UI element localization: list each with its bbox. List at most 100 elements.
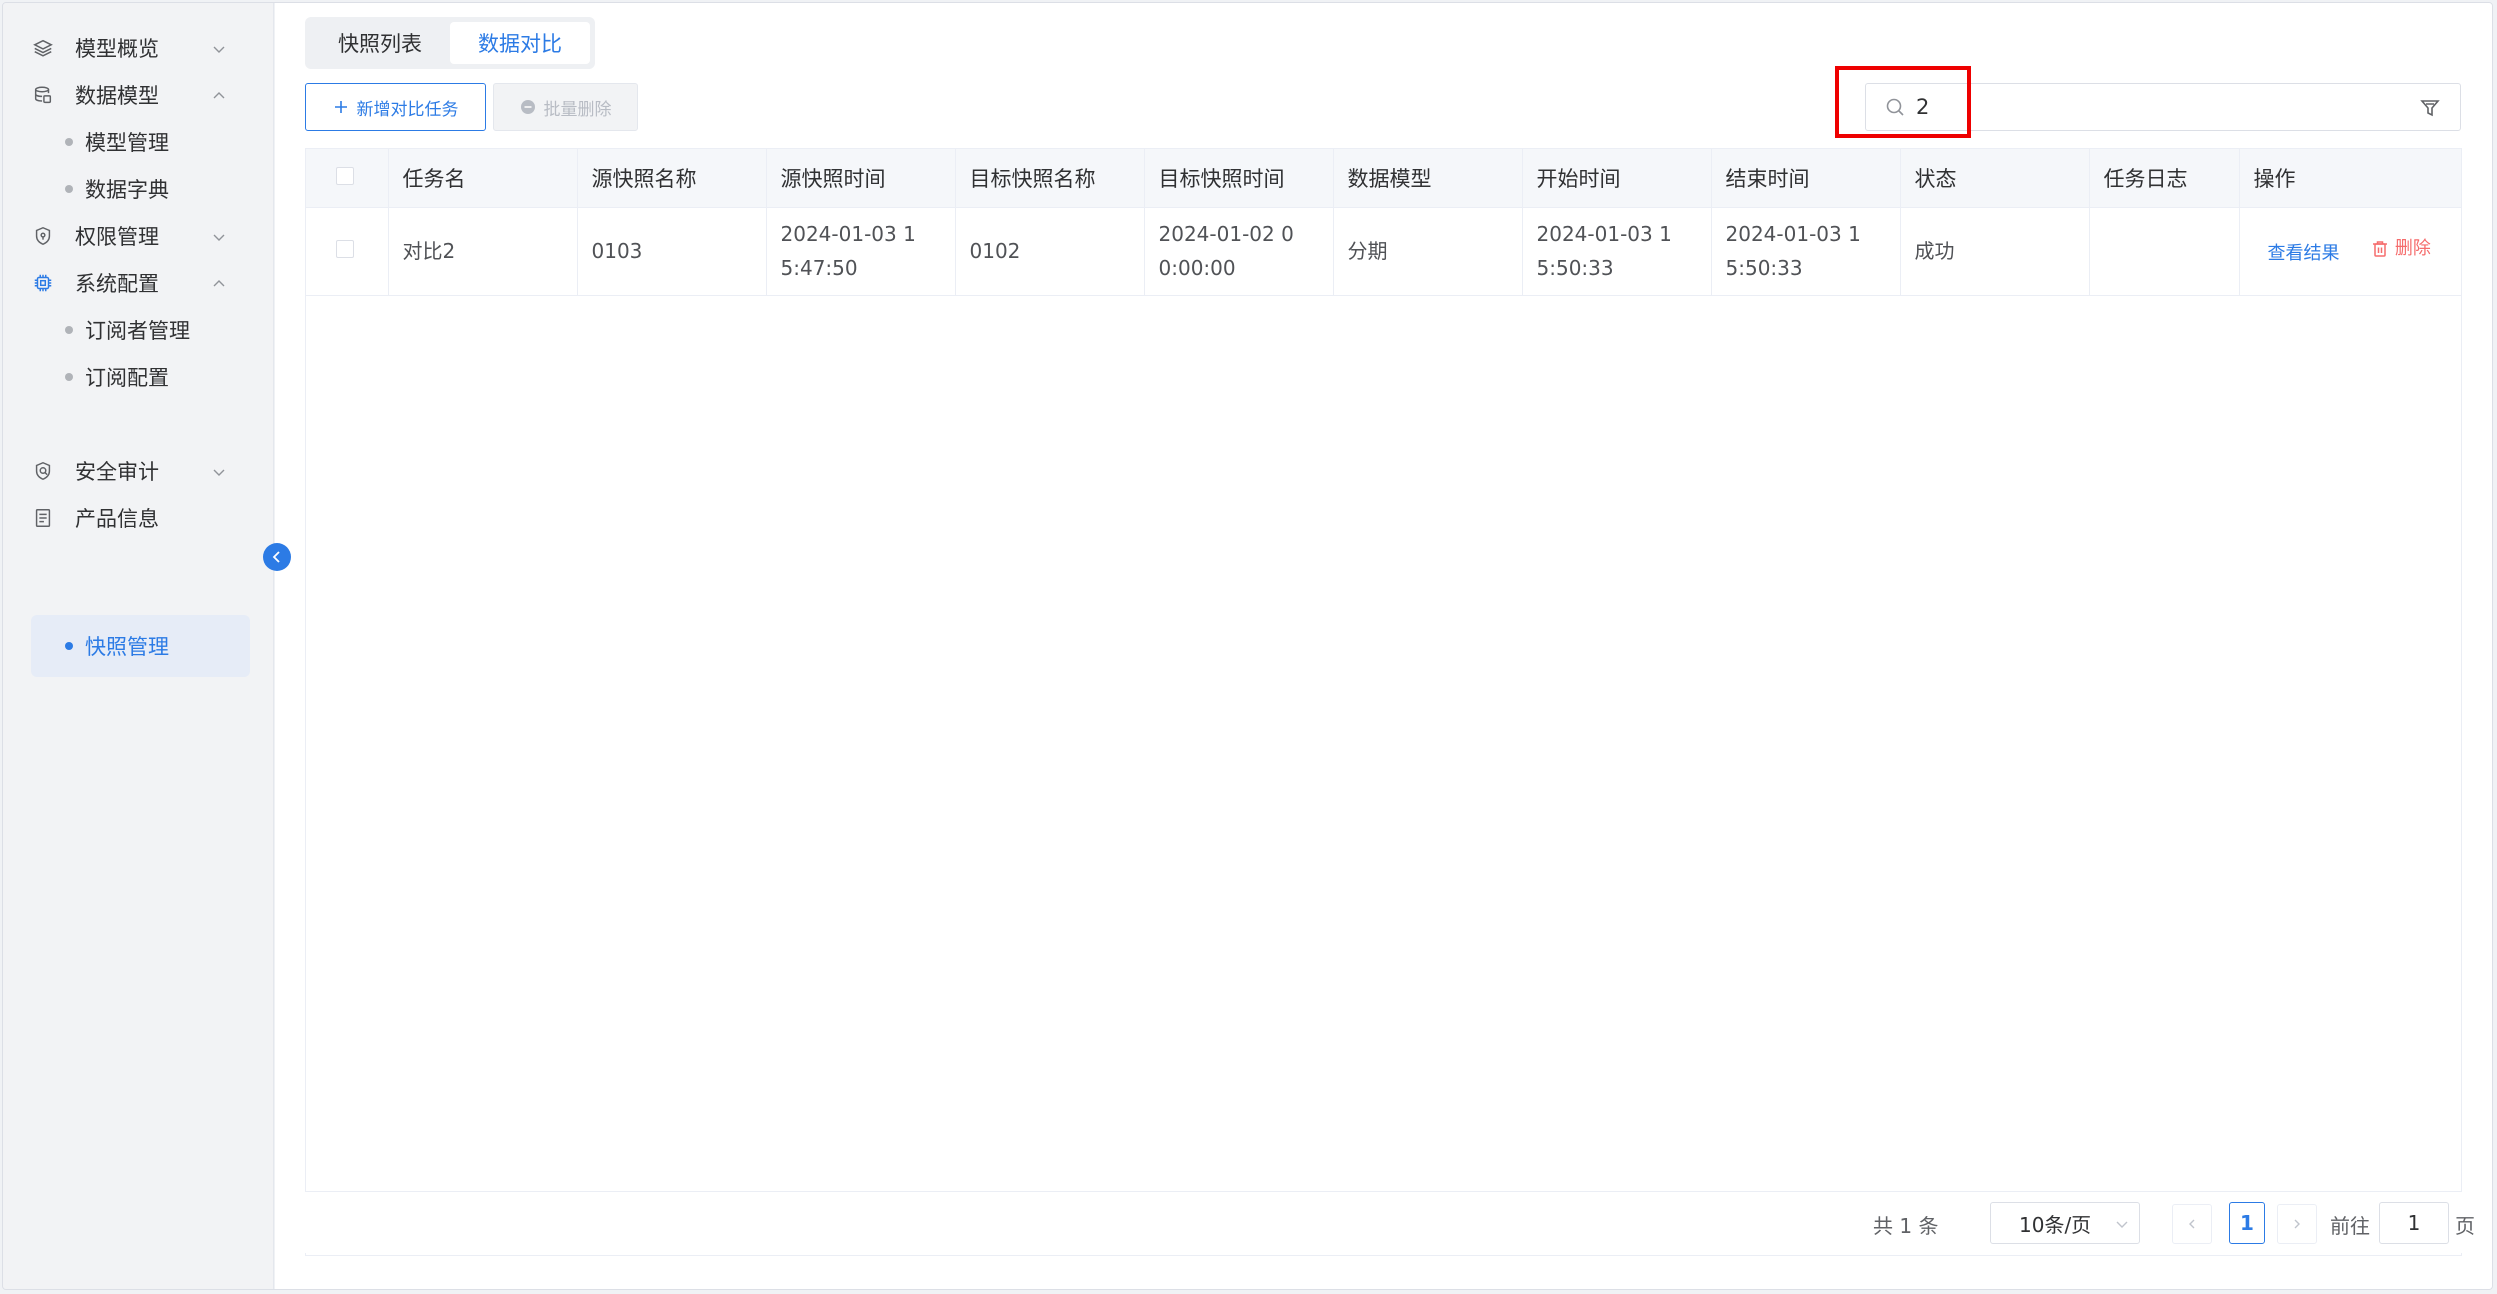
cell-line: 2024-01-02 0 xyxy=(1158,222,1294,246)
table-header-row: 任务名 源快照名称 源快照时间 目标快照名称 目标快照时间 数据模型 开始时间 … xyxy=(306,149,2461,208)
cell-target-snapshot: 0102 xyxy=(955,207,1145,296)
page-size-select[interactable]: 10条/页 xyxy=(1990,1202,2140,1244)
next-page-button[interactable] xyxy=(2277,1204,2317,1244)
add-compare-task-label: 新增对比任务 xyxy=(356,99,459,120)
sidebar-item-label: 数据模型 xyxy=(75,84,159,108)
search-icon xyxy=(1886,98,1904,116)
sidebar-item-snapshot-management[interactable]: 快照管理 xyxy=(31,615,250,677)
sidebar-item-label: 系统配置 xyxy=(75,272,159,296)
search-input[interactable] xyxy=(1916,95,2366,119)
row-checkbox[interactable] xyxy=(336,240,354,258)
cell-line: 2024-01-03 1 xyxy=(1725,222,1861,246)
cell-start-time: 2024-01-03 1 5:50:33 xyxy=(1522,207,1712,296)
cell-target-time: 2024-01-02 0 0:00:00 xyxy=(1144,207,1334,296)
table-row: 对比2 0103 2024-01-03 1 5:47:50 0102 2024-0… xyxy=(306,207,2461,296)
delete-label: 删除 xyxy=(2394,237,2431,259)
filter-icon[interactable] xyxy=(2418,96,2442,120)
app-window: 模型概览 数据模型 模型管理 数据字典 权限管理 系统配置 订阅者管理 订阅配置… xyxy=(2,2,2493,1290)
cell-data-model: 分期 xyxy=(1333,207,1523,296)
header-start-time: 开始时间 xyxy=(1522,149,1712,208)
chevron-right-icon xyxy=(2294,1219,2300,1229)
cell-line: 5:50:33 xyxy=(1725,256,1803,280)
header-source-time: 源快照时间 xyxy=(766,149,956,208)
tab-snapshot-list[interactable]: 快照列表 xyxy=(310,22,450,64)
header-status: 状态 xyxy=(1900,149,2090,208)
cell-source-snapshot: 0103 xyxy=(577,207,767,296)
chevron-down-icon xyxy=(2116,1221,2128,1228)
bullet-dot xyxy=(65,642,73,650)
sidebar: 模型概览 数据模型 模型管理 数据字典 权限管理 系统配置 订阅者管理 订阅配置… xyxy=(3,3,274,1289)
chevron-up-icon xyxy=(211,85,231,105)
batch-delete-label: 批量删除 xyxy=(543,99,612,120)
cell-source-time: 2024-01-03 1 5:47:50 xyxy=(766,207,956,296)
bullet-dot xyxy=(65,138,73,146)
sidebar-item-label: 模型管理 xyxy=(85,131,169,155)
view-result-link[interactable]: 查看结果 xyxy=(2268,243,2340,264)
pagination-total: 共 1 条 xyxy=(1873,1214,1939,1238)
cell-end-time: 2024-01-03 1 5:50:33 xyxy=(1711,207,1901,296)
header-task-log: 任务日志 xyxy=(2089,149,2240,208)
chevron-down-icon xyxy=(211,461,231,481)
tab-data-compare[interactable]: 数据对比 xyxy=(450,22,590,64)
header-end-time: 结束时间 xyxy=(1711,149,1901,208)
prev-page-button[interactable] xyxy=(2172,1204,2212,1244)
add-compare-task-button[interactable]: 新增对比任务 xyxy=(305,83,486,131)
trash-icon xyxy=(2372,240,2387,257)
header-actions: 操作 xyxy=(2239,149,2461,208)
chevron-left-icon xyxy=(2189,1219,2195,1229)
cell-status: 成功 xyxy=(1900,207,2090,296)
header-data-model: 数据模型 xyxy=(1333,149,1523,208)
sidebar-item-product-info[interactable]: 产品信息 xyxy=(31,488,251,548)
delete-link[interactable]: 删除 xyxy=(2370,232,2431,266)
header-target-snapshot: 目标快照名称 xyxy=(955,149,1145,208)
cell-task-name: 对比2 xyxy=(388,207,578,296)
data-table: 任务名 源快照名称 源快照时间 目标快照名称 目标快照时间 数据模型 开始时间 … xyxy=(305,148,2462,1256)
page-suffix-label: 页 xyxy=(2455,1214,2475,1238)
sidebar-item-label: 订阅者管理 xyxy=(85,319,190,343)
main-content: 快照列表 数据对比 新增对比任务 批量删除 2 任务名 源快照名称 源快照时间 … xyxy=(275,3,2492,1289)
cell-task-log xyxy=(2089,207,2240,296)
goto-page-input[interactable] xyxy=(2379,1202,2449,1244)
cell-line: 5:50:33 xyxy=(1536,256,1614,280)
minus-circle-icon xyxy=(520,100,535,114)
chevron-down-icon xyxy=(211,226,231,246)
chevron-left-icon xyxy=(272,551,280,563)
bullet-dot xyxy=(65,373,73,381)
bullet-dot xyxy=(65,185,73,193)
header-source-snapshot: 源快照名称 xyxy=(577,149,767,208)
shield-check-icon xyxy=(31,459,55,483)
cell-actions: 查看结果 删除 xyxy=(2239,207,2461,296)
search-box xyxy=(1865,83,2461,131)
sidebar-collapse-button[interactable] xyxy=(263,543,291,571)
chip-icon xyxy=(31,271,55,295)
sidebar-item-label: 安全审计 xyxy=(75,460,159,484)
bullet-dot xyxy=(65,326,73,334)
layers-icon xyxy=(31,36,55,60)
database-icon xyxy=(31,83,55,107)
sidebar-item-label: 订阅配置 xyxy=(85,366,169,390)
shield-icon xyxy=(31,224,55,248)
page-number-button[interactable]: 1 xyxy=(2229,1202,2265,1244)
sidebar-item-label: 快照管理 xyxy=(85,635,169,659)
pagination: 共 1 条 10条/页 1 前往 页 xyxy=(305,1191,2475,1253)
chevron-down-icon xyxy=(211,38,231,58)
header-task-name: 任务名 xyxy=(388,149,578,208)
document-icon xyxy=(31,506,55,530)
tab-bar: 快照列表 数据对比 xyxy=(305,17,595,69)
sidebar-item-subscription-config[interactable]: 订阅配置 xyxy=(31,346,250,408)
goto-label: 前往 xyxy=(2330,1214,2370,1238)
page-size-value: 10条/页 xyxy=(2019,1212,2092,1237)
batch-delete-button[interactable]: 批量删除 xyxy=(493,83,638,131)
chevron-up-icon xyxy=(211,273,231,293)
cell-line: 5:47:50 xyxy=(780,256,858,280)
header-target-time: 目标快照时间 xyxy=(1144,149,1334,208)
cell-line: 2024-01-03 1 xyxy=(1536,222,1672,246)
header-select-all xyxy=(306,149,389,208)
sidebar-item-label: 产品信息 xyxy=(75,507,159,531)
plus-icon xyxy=(334,101,347,113)
row-select-cell xyxy=(306,207,389,296)
cell-line: 2024-01-03 1 xyxy=(780,222,916,246)
sidebar-item-label: 权限管理 xyxy=(75,225,159,249)
select-all-checkbox[interactable] xyxy=(336,166,354,185)
sidebar-item-label: 数据字典 xyxy=(85,178,169,202)
